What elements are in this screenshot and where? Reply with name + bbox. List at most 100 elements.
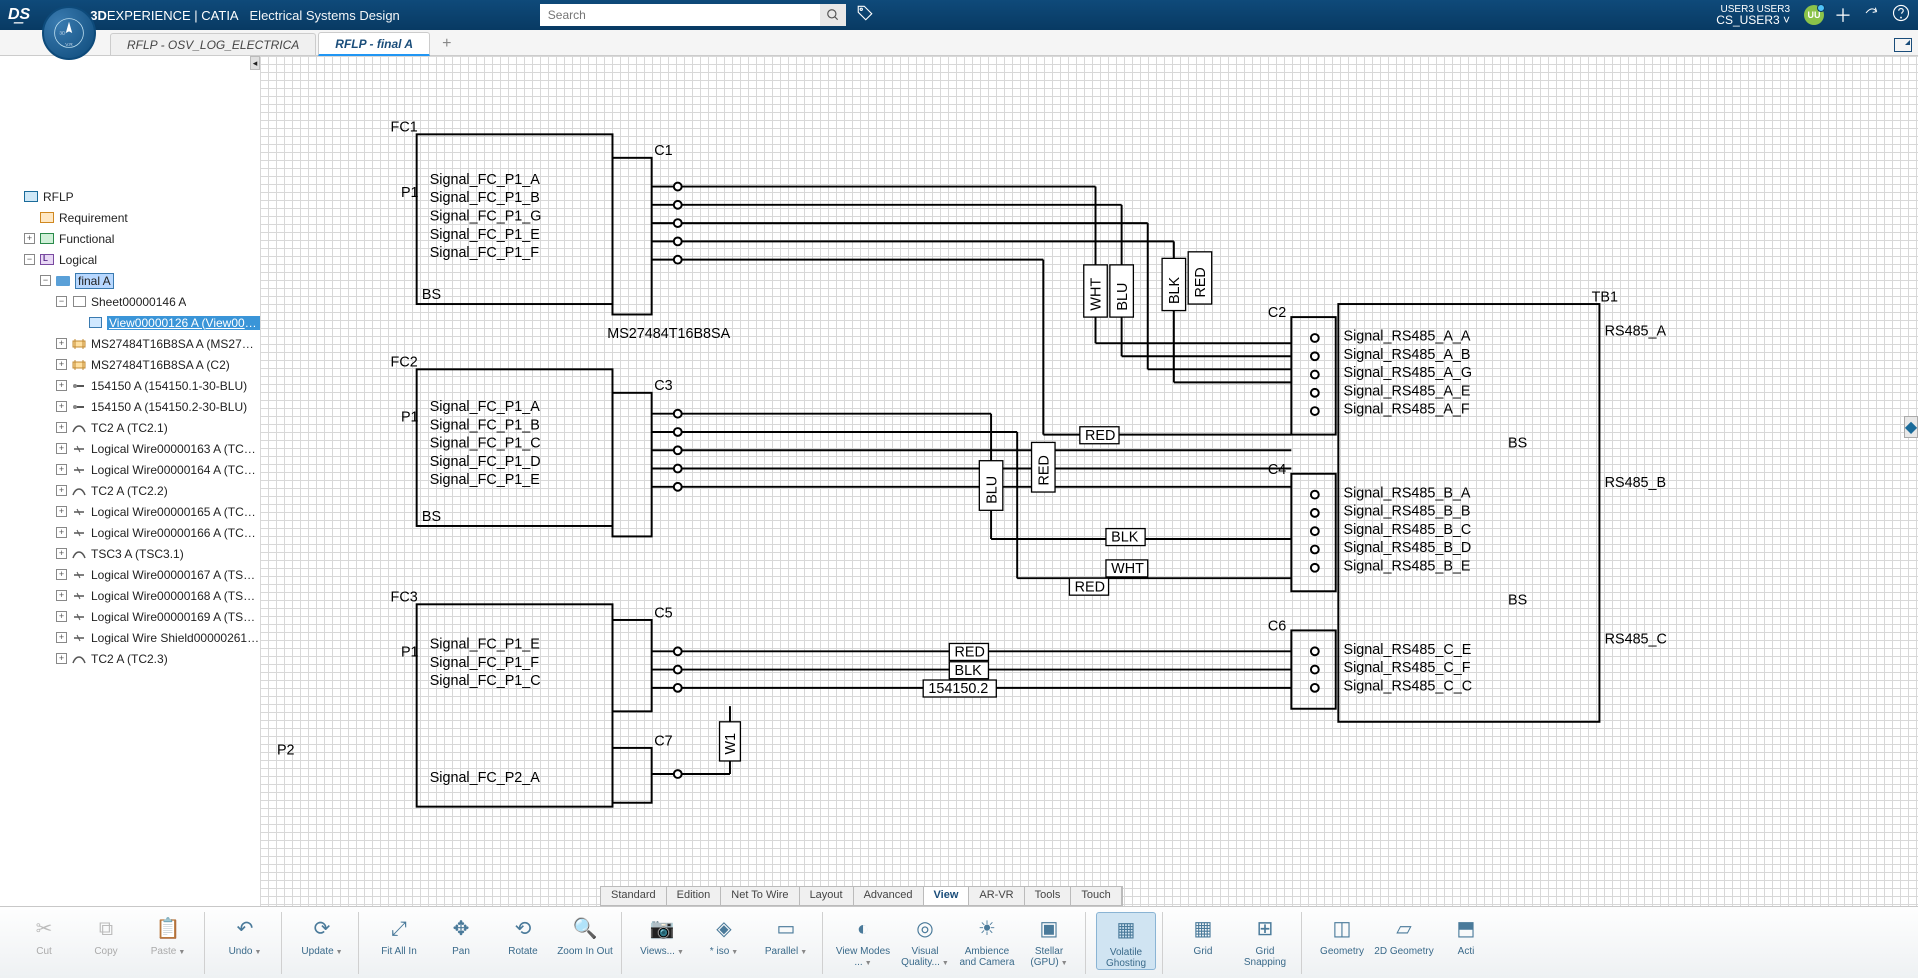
views-button[interactable]: 📷Views...▼ bbox=[632, 912, 692, 970]
tree-item[interactable]: +Logical Wire00000166 A (TC2.2-3 bbox=[8, 522, 260, 543]
expand-icon[interactable]: + bbox=[24, 233, 35, 244]
svg-text:BS: BS bbox=[1508, 436, 1527, 452]
tree-item[interactable]: +TSC3 A (TSC3.1) bbox=[8, 543, 260, 564]
top-bar: D͟S 3DEXPERIENCE | CATIA Electrical Syst… bbox=[0, 0, 1918, 30]
item-icon bbox=[71, 463, 87, 477]
expand-icon[interactable]: + bbox=[56, 548, 67, 559]
geometry-button[interactable]: ◫Geometry bbox=[1312, 912, 1372, 970]
expand-icon[interactable]: + bbox=[56, 632, 67, 643]
canvas-tab-standard[interactable]: Standard bbox=[601, 887, 667, 905]
grid-button[interactable]: ▦Grid bbox=[1173, 912, 1233, 970]
tree-item[interactable]: + TC2 A (TC2.3) bbox=[8, 648, 260, 669]
expand-icon[interactable]: + bbox=[56, 611, 67, 622]
tree-view[interactable]: View00000126 A (View00000 bbox=[8, 312, 260, 333]
tree-item[interactable]: +TC2 A (TC2.1) bbox=[8, 417, 260, 438]
iso-button[interactable]: ◈* iso▼ bbox=[694, 912, 754, 970]
tree-item[interactable]: +Logical Wire00000165 A (TC2.2-3 bbox=[8, 501, 260, 522]
canvas-tab-ar-vr[interactable]: AR-VR bbox=[969, 887, 1024, 905]
zoom-button[interactable]: 🔍Zoom In Out bbox=[555, 912, 615, 970]
visual-quality-button[interactable]: ◎Visual Quality...▼ bbox=[895, 912, 955, 970]
grid-snap-button[interactable]: ⊞Grid Snapping bbox=[1235, 912, 1295, 970]
expand-icon[interactable]: + bbox=[56, 527, 67, 538]
svg-text:P1: P1 bbox=[401, 645, 419, 661]
share-icon[interactable] bbox=[1862, 5, 1882, 26]
collapse-icon[interactable]: − bbox=[24, 254, 35, 265]
svg-text:Signal_RS485_A_A: Signal_RS485_A_A bbox=[1344, 329, 1471, 345]
spec-tree: RFLP Requirement + Functional − Logical … bbox=[0, 56, 260, 669]
expand-icon[interactable]: + bbox=[56, 653, 67, 664]
view-modes-button[interactable]: ◐View Modes ...▼ bbox=[833, 912, 893, 970]
expand-icon[interactable]: + bbox=[56, 359, 67, 370]
fit-button[interactable]: ⤢Fit All In bbox=[369, 912, 429, 970]
tree-item[interactable]: +154150 A (154150.1-30-BLU) bbox=[8, 375, 260, 396]
expand-icon[interactable]: + bbox=[56, 338, 67, 349]
tree-item[interactable]: +TC2 A (TC2.2) bbox=[8, 480, 260, 501]
paste-button[interactable]: 📋Paste▼ bbox=[138, 912, 198, 970]
canvas-tab-advanced[interactable]: Advanced bbox=[854, 887, 924, 905]
tree-root[interactable]: RFLP bbox=[8, 186, 260, 207]
canvas-tab-layout[interactable]: Layout bbox=[800, 887, 854, 905]
expand-icon[interactable]: + bbox=[56, 422, 67, 433]
user-block[interactable]: USER3 USER3 CS_USER3 ˅ bbox=[1716, 4, 1790, 26]
rotate-button[interactable]: ⟲Rotate bbox=[493, 912, 553, 970]
tree-item[interactable]: +MS27484T16B8SA A (MS27484T bbox=[8, 333, 260, 354]
expand-icon[interactable]: + bbox=[56, 569, 67, 580]
volatile-ghosting-button[interactable]: ▦Volatile Ghosting bbox=[1096, 912, 1156, 970]
tree-item-label: TC2 A (TC2.3) bbox=[91, 652, 168, 666]
stellar-button[interactable]: ▣Stellar (GPU)▼ bbox=[1019, 912, 1079, 970]
expand-icon[interactable]: + bbox=[56, 485, 67, 496]
update-button[interactable]: ⟳Update▼ bbox=[292, 912, 352, 970]
tree-functional[interactable]: + Functional bbox=[8, 228, 260, 249]
help-icon[interactable] bbox=[1892, 4, 1910, 27]
expand-icon[interactable]: + bbox=[56, 443, 67, 454]
2d-geometry-button[interactable]: ▱2D Geometry bbox=[1374, 912, 1434, 970]
tree-item[interactable]: +Logical Wire00000169 A (TSC3.1- bbox=[8, 606, 260, 627]
tree-item[interactable]: +Logical Wire Shield00000261 A (S bbox=[8, 627, 260, 648]
canvas-tab-tools[interactable]: Tools bbox=[1025, 887, 1072, 905]
acti-button[interactable]: ⬒Acti bbox=[1436, 912, 1496, 970]
expand-icon[interactable]: + bbox=[56, 401, 67, 412]
avatar[interactable]: UU bbox=[1804, 5, 1824, 25]
tree-collapse-handle[interactable]: ◂ bbox=[250, 56, 260, 70]
canvas-tab-net-to-wire[interactable]: Net To Wire bbox=[721, 887, 799, 905]
pan-button[interactable]: ✥Pan bbox=[431, 912, 491, 970]
minimize-icon[interactable] bbox=[1894, 38, 1912, 52]
tab-rflp-osv[interactable]: RFLP - OSV_LOG_ELECTRICA bbox=[110, 33, 316, 55]
tree-final[interactable]: − final A bbox=[8, 270, 260, 291]
tree-item[interactable]: +Logical Wire00000167 A (TSC3.1- bbox=[8, 564, 260, 585]
canvas-tab-touch[interactable]: Touch bbox=[1071, 887, 1121, 905]
copy-button[interactable]: ⧉Copy bbox=[76, 912, 136, 970]
search-input[interactable] bbox=[540, 4, 820, 26]
tag-icon[interactable] bbox=[856, 4, 874, 27]
svg-text:P1: P1 bbox=[401, 185, 419, 201]
undo-button[interactable]: ↶Undo▼ bbox=[215, 912, 275, 970]
side-panel-handle[interactable]: ◆ bbox=[1904, 416, 1918, 438]
parallel-button[interactable]: ▭Parallel▼ bbox=[756, 912, 816, 970]
canvas[interactable]: FC1 P1 BS Signal_FC_P1_A Signal_FC_P1_B … bbox=[260, 56, 1918, 906]
tab-add-button[interactable]: + bbox=[432, 33, 461, 55]
collapse-icon[interactable]: − bbox=[56, 296, 67, 307]
view-icon bbox=[89, 317, 102, 328]
tree-item[interactable]: +154150 A (154150.2-30-BLU) bbox=[8, 396, 260, 417]
tree-item[interactable]: +Logical Wire00000163 A (TC2.1-3 bbox=[8, 438, 260, 459]
expand-icon[interactable]: + bbox=[56, 506, 67, 517]
canvas-tab-edition[interactable]: Edition bbox=[667, 887, 722, 905]
collapse-icon[interactable]: − bbox=[40, 275, 51, 286]
tree-sheet[interactable]: − Sheet00000146 A bbox=[8, 291, 260, 312]
tree-item[interactable]: +MS27484T16B8SA A (C2) bbox=[8, 354, 260, 375]
tree-item[interactable]: +Logical Wire00000164 A (TC2.1-3 bbox=[8, 459, 260, 480]
tree-logical[interactable]: − Logical bbox=[8, 249, 260, 270]
compass-widget[interactable]: V.R3D bbox=[42, 6, 96, 60]
top-right: USER3 USER3 CS_USER3 ˅ UU ＋ bbox=[1716, 2, 1910, 28]
expand-icon[interactable]: + bbox=[56, 380, 67, 391]
expand-icon[interactable]: + bbox=[56, 590, 67, 601]
canvas-tab-view[interactable]: View bbox=[924, 887, 970, 905]
ambience-button[interactable]: ☀Ambience and Camera bbox=[957, 912, 1017, 970]
add-icon[interactable]: ＋ bbox=[1834, 2, 1852, 28]
search-button[interactable] bbox=[820, 4, 846, 26]
cut-button[interactable]: ✂Cut bbox=[14, 912, 74, 970]
tree-item[interactable]: +Logical Wire00000168 A (TSC3.1- bbox=[8, 585, 260, 606]
tab-rflp-final[interactable]: RFLP - final A bbox=[318, 32, 430, 56]
tree-requirement[interactable]: Requirement bbox=[8, 207, 260, 228]
expand-icon[interactable]: + bbox=[56, 464, 67, 475]
